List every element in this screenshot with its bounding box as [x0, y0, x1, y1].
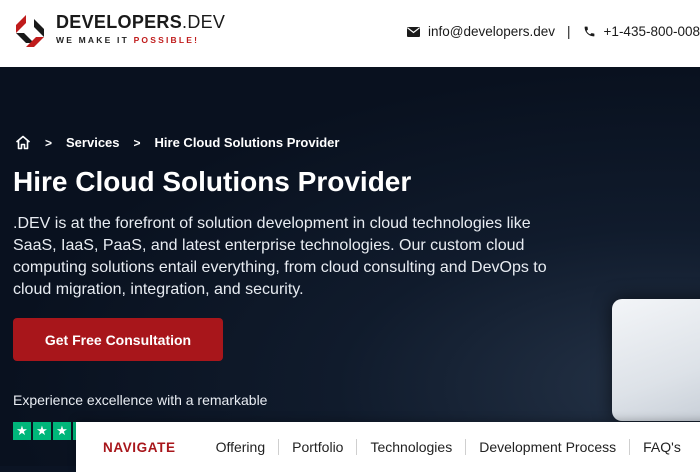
brand-name: DEVELOPERS.DEV [56, 12, 226, 32]
get-free-consultation-button[interactable]: Get Free Consultation [13, 318, 223, 361]
nav-item-portfolio[interactable]: Portfolio [278, 439, 356, 455]
trustpilot-star-icon: ★ [33, 422, 51, 440]
breadcrumb: > Services > Hire Cloud Solutions Provid… [15, 135, 339, 150]
breadcrumb-separator: > [45, 135, 53, 150]
developers-dev-logo[interactable] [12, 13, 48, 49]
mail-icon [407, 26, 420, 37]
brand-tagline: WE MAKE IT POSSIBLE! [56, 35, 200, 45]
top-header: DEVELOPERS.DEV WE MAKE IT POSSIBLE! info… [0, 0, 700, 68]
contact-info: info@developers.dev | +1-435-800-008 [407, 24, 700, 39]
hero-description: .DEV is at the forefront of solution dev… [13, 215, 547, 298]
contact-separator: | [567, 24, 571, 39]
nav-item-technologies[interactable]: Technologies [356, 439, 465, 455]
excellence-text: Experience excellence with a remarkable [13, 392, 268, 408]
breadcrumb-separator: > [133, 135, 141, 150]
nav-item-development-process[interactable]: Development Process [465, 439, 629, 455]
nav-item-faqs[interactable]: FAQ's [629, 439, 694, 455]
trustpilot-star-icon: ★ [13, 422, 31, 440]
sticky-navigation: NAVIGATE Offering Portfolio Technologies… [76, 422, 700, 472]
home-icon[interactable] [15, 135, 31, 150]
navigate-label: NAVIGATE [103, 439, 176, 455]
breadcrumb-services[interactable]: Services [66, 135, 120, 150]
breadcrumb-current: Hire Cloud Solutions Provider [154, 135, 340, 150]
phone-icon [584, 26, 594, 37]
email-link[interactable]: info@developers.dev [428, 24, 555, 39]
trustpilot-star-icon: ★ [53, 422, 71, 440]
phone-link[interactable]: +1-435-800-008 [604, 24, 700, 39]
laptop-image [612, 299, 700, 421]
page-title: Hire Cloud Solutions Provider [13, 166, 412, 197]
hero-section: > Services > Hire Cloud Solutions Provid… [0, 67, 700, 466]
brand[interactable]: DEVELOPERS.DEV WE MAKE IT POSSIBLE! [56, 12, 225, 45]
nav-item-offering[interactable]: Offering [204, 439, 279, 455]
